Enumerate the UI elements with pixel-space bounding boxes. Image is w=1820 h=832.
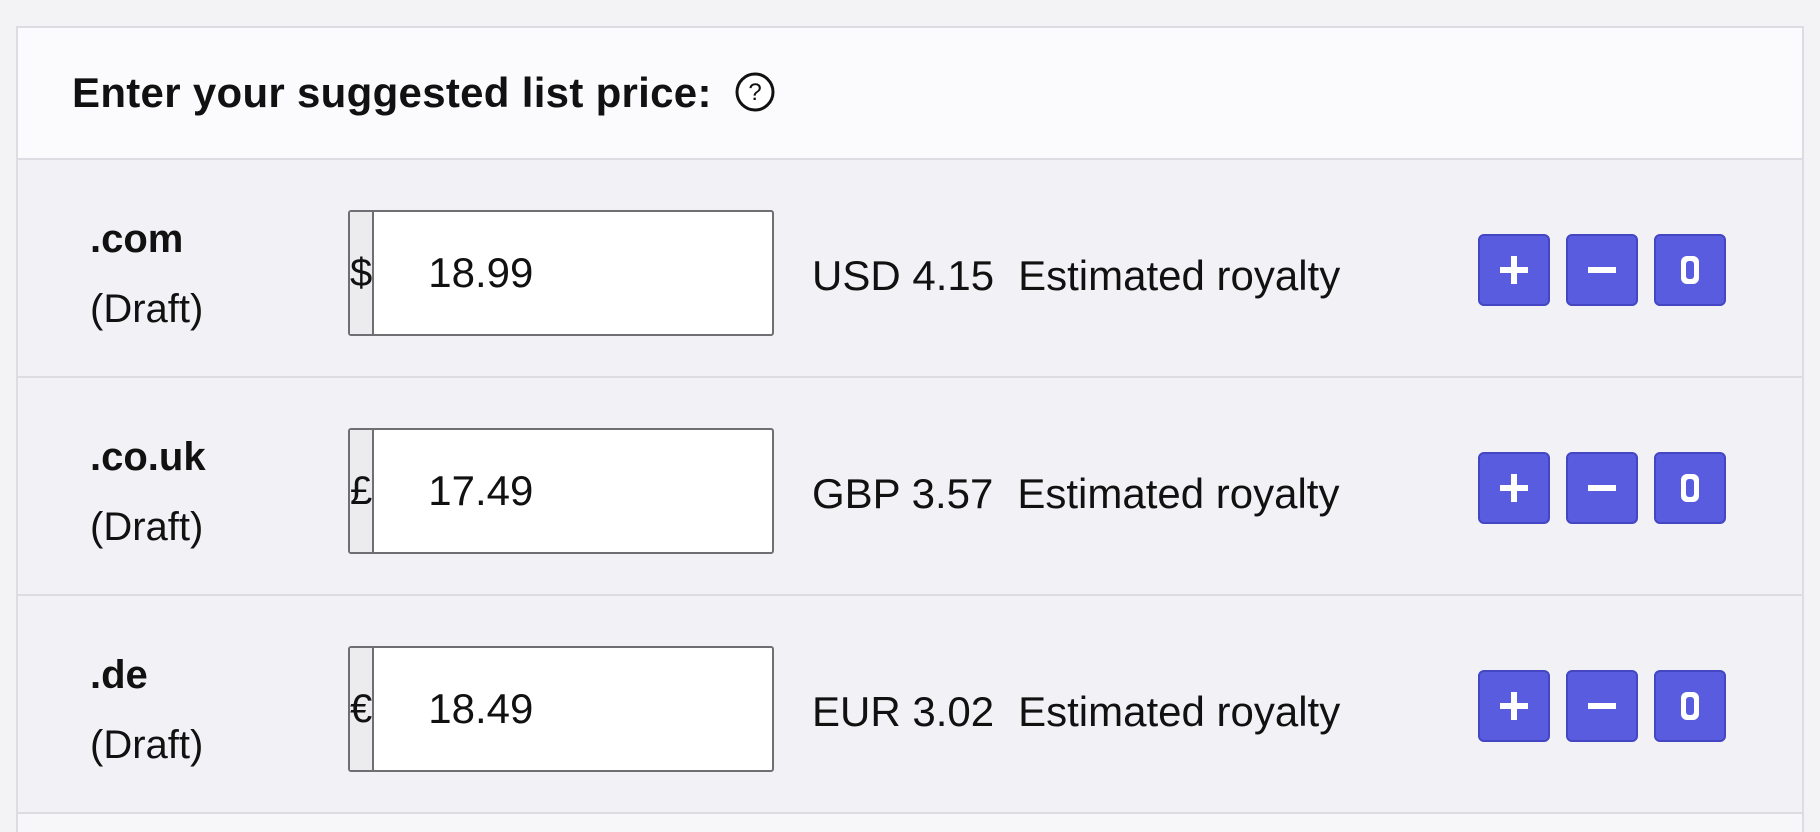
price-row-com: .com (Draft) $ USD 4.15 Estimated royalty — [18, 160, 1802, 378]
minus-icon — [1588, 267, 1616, 273]
panel-header: Enter your suggested list price: ? — [18, 28, 1802, 160]
question-circle-icon[interactable]: ? — [734, 71, 776, 113]
row-actions — [1478, 452, 1726, 524]
marketplace-status: (Draft) — [90, 505, 204, 549]
currency-symbol: $ — [350, 212, 375, 334]
royalty-label: Estimated royalty — [1018, 252, 1341, 299]
reset-price-button[interactable] — [1654, 670, 1726, 742]
royalty-amount: GBP 3.57 — [812, 470, 994, 517]
plus-icon — [1500, 256, 1528, 284]
increase-price-button[interactable] — [1478, 234, 1550, 306]
reset-price-button[interactable] — [1654, 234, 1726, 306]
increase-price-button[interactable] — [1478, 670, 1550, 742]
increase-price-button[interactable] — [1478, 452, 1550, 524]
marketplace-label: .com (Draft) — [90, 204, 203, 344]
marketplace-name: .de — [90, 653, 148, 697]
minus-icon — [1588, 703, 1616, 709]
price-input-group: £ — [348, 428, 972, 554]
price-row-co-uk: .co.uk (Draft) £ GBP 3.57 Estimated royal… — [18, 378, 1802, 596]
list-price-panel: Enter your suggested list price: ? .com … — [16, 26, 1804, 832]
zero-icon — [1681, 474, 1699, 502]
price-row-de: .de (Draft) € EUR 3.02 Estimated royalty — [18, 596, 1802, 814]
decrease-price-button[interactable] — [1566, 452, 1638, 524]
row-actions — [1478, 234, 1726, 306]
royalty-label: Estimated royalty — [1018, 688, 1341, 735]
royalty-amount: USD 4.15 — [812, 252, 995, 299]
plus-icon — [1500, 474, 1528, 502]
royalty-estimate: USD 4.15 Estimated royalty — [812, 252, 1340, 300]
royalty-amount: EUR 3.02 — [812, 688, 995, 735]
marketplace-label: .co.uk (Draft) — [90, 422, 206, 562]
marketplace-status: (Draft) — [90, 723, 204, 767]
currency-symbol: € — [350, 648, 375, 770]
decrease-price-button[interactable] — [1566, 234, 1638, 306]
royalty-estimate: EUR 3.02 Estimated royalty — [812, 688, 1340, 736]
plus-icon — [1500, 692, 1528, 720]
price-input-group: $ — [348, 210, 972, 336]
royalty-label: Estimated royalty — [1017, 470, 1340, 517]
minus-icon — [1588, 485, 1616, 491]
price-input-group: € — [348, 646, 972, 772]
row-actions — [1478, 670, 1726, 742]
royalty-estimate: GBP 3.57 Estimated royalty — [812, 470, 1339, 518]
zero-icon — [1681, 692, 1699, 720]
decrease-price-button[interactable] — [1566, 670, 1638, 742]
marketplace-name: .com — [90, 217, 184, 261]
reset-price-button[interactable] — [1654, 452, 1726, 524]
currency-symbol: £ — [350, 430, 375, 552]
marketplace-label: .de (Draft) — [90, 640, 203, 780]
panel-title: Enter your suggested list price: — [72, 69, 712, 116]
marketplace-name: .co.uk — [90, 435, 206, 479]
svg-text:?: ? — [748, 79, 761, 106]
marketplace-status: (Draft) — [90, 287, 204, 331]
zero-icon — [1681, 256, 1699, 284]
